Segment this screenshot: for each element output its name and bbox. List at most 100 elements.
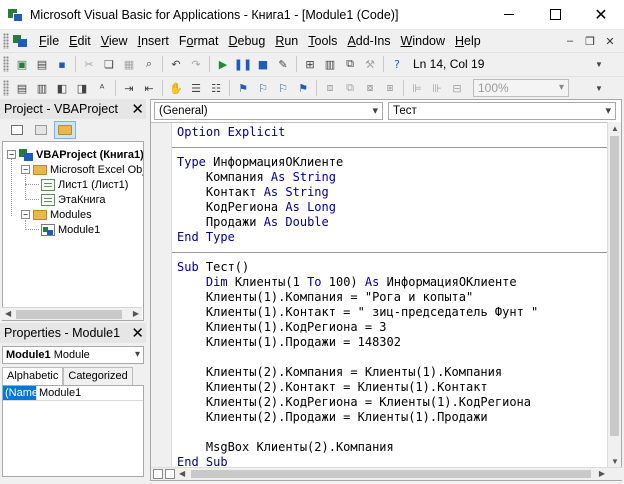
scroll-down-icon[interactable]: ▼ <box>611 457 619 466</box>
tree-horizontal-scrollbar[interactable]: ◀ ▶ <box>2 307 142 320</box>
scroll-right-icon[interactable]: ▶ <box>599 469 605 478</box>
menu-run[interactable]: Run <box>270 30 303 52</box>
close-button[interactable]: ✕ <box>578 0 624 30</box>
code-line[interactable]: Контакт As String <box>177 185 329 200</box>
tab-alphabetic[interactable]: Alphabetic <box>2 367 64 385</box>
margin-indicator-bar[interactable] <box>151 123 172 468</box>
mdi-close-icon[interactable]: ✕ <box>604 35 616 48</box>
properties-object-select[interactable]: Module1 Module <box>2 346 144 364</box>
code-line[interactable]: Option Explicit <box>177 125 285 140</box>
code-line[interactable]: Type ИнформацияОКлиенте <box>177 155 343 170</box>
break-icon[interactable]: ❚❚ <box>233 54 253 74</box>
list-properties-icon[interactable]: ▤ <box>12 78 32 98</box>
menu-help[interactable]: Help <box>450 30 486 52</box>
scroll-thumb[interactable] <box>191 470 591 478</box>
close-properties-pane-icon[interactable]: ✕ <box>131 324 144 342</box>
userform-group-icon[interactable]: ⧉ <box>340 78 360 98</box>
code-horizontal-scrollbar[interactable]: ◀ ▶ <box>151 467 623 480</box>
indent-icon[interactable]: ⇥ <box>119 78 139 98</box>
undo-icon[interactable]: ↶ <box>166 54 186 74</box>
property-row[interactable]: (Name) Module1 <box>3 386 143 401</box>
toolbox-icon[interactable]: ⚒ <box>360 54 380 74</box>
excel-view-icon[interactable] <box>12 33 30 49</box>
insert-module-icon[interactable]: ▤ <box>32 54 52 74</box>
code-line[interactable]: Dim Клиенты(1 To 100) As ИнформацияОКлие… <box>177 275 517 290</box>
cut-icon[interactable]: ✂ <box>79 54 99 74</box>
minimize-button[interactable] <box>486 0 532 30</box>
tree-item-workbook[interactable]: ЭтаКнига <box>41 192 105 207</box>
zoom-select[interactable]: 100% <box>473 79 569 97</box>
menu-file[interactable]: File <box>34 30 64 52</box>
clear-bookmarks-icon[interactable]: ⚑ <box>293 78 313 98</box>
code-line[interactable]: Sub Тест() <box>177 260 249 275</box>
make-same-size-icon[interactable]: ⊟ <box>447 78 467 98</box>
maximize-button[interactable] <box>532 0 578 30</box>
menu-format[interactable]: Format <box>174 30 224 52</box>
project-explorer-icon[interactable]: ⊞ <box>300 54 320 74</box>
toolbar-overflow-icon[interactable]: ▼ <box>592 53 606 75</box>
full-module-view-icon[interactable] <box>165 469 175 479</box>
menu-view[interactable]: View <box>96 30 133 52</box>
uncomment-block-icon[interactable]: ☷ <box>206 78 226 98</box>
comment-block-icon[interactable]: ☰ <box>186 78 206 98</box>
center-icon[interactable]: ⊪ <box>427 78 447 98</box>
tree-item-excel-objects[interactable]: − Microsoft Excel Obje <box>21 162 143 177</box>
procedure-combo[interactable]: Тест <box>388 102 616 120</box>
menu-tools[interactable]: Tools <box>303 30 342 52</box>
next-bookmark-icon[interactable]: ⚐ <box>253 78 273 98</box>
code-line[interactable]: Продажи As Double <box>177 215 329 230</box>
tree-item-modules[interactable]: − Modules <box>21 207 92 222</box>
code-line[interactable]: Компания As String <box>177 170 336 185</box>
toolbar-overflow-icon[interactable]: ▼ <box>592 77 606 99</box>
scroll-thumb[interactable] <box>610 136 619 436</box>
tree-item-module1[interactable]: Module1 <box>41 222 100 237</box>
reset-icon[interactable]: ■ <box>253 54 273 74</box>
collapse-icon[interactable]: − <box>21 210 30 219</box>
menu-debug[interactable]: Debug <box>223 30 270 52</box>
code-line[interactable]: КодРегиона As Long <box>177 200 336 215</box>
toggle-bookmark-icon[interactable]: ⚑ <box>233 78 253 98</box>
collapse-icon[interactable]: − <box>7 150 16 159</box>
align-icon[interactable]: ⊫ <box>407 78 427 98</box>
toggle-folders-icon[interactable] <box>54 121 76 139</box>
toolbar-grip[interactable] <box>3 80 9 96</box>
toolbar-grip[interactable] <box>3 33 9 49</box>
parameter-info-icon[interactable]: ◨ <box>72 78 92 98</box>
design-mode-icon[interactable]: ✎ <box>273 54 293 74</box>
copy-icon[interactable]: ❏ <box>99 54 119 74</box>
paste-icon[interactable]: ▦ <box>119 54 139 74</box>
outdent-icon[interactable]: ⇤ <box>139 78 159 98</box>
code-line[interactable]: Клиенты(2).Контакт = Клиенты(1).Контакт <box>177 380 488 395</box>
previous-bookmark-icon[interactable]: ⚐ <box>273 78 293 98</box>
toolbar-grip[interactable] <box>3 56 9 72</box>
procedure-view-icon[interactable] <box>153 469 163 479</box>
scroll-right-icon[interactable]: ▶ <box>133 309 139 318</box>
userform-align-icon[interactable]: ⧈ <box>320 78 340 98</box>
view-excel-icon[interactable]: ▣ <box>12 54 32 74</box>
find-icon[interactable]: ⌕ <box>139 54 159 74</box>
scroll-left-icon[interactable]: ◀ <box>5 309 11 318</box>
menu-window[interactable]: Window <box>396 30 450 52</box>
save-icon[interactable]: ▪ <box>52 54 72 74</box>
toggle-breakpoint-icon[interactable]: ✋ <box>166 78 186 98</box>
code-line[interactable]: Клиенты(1).Продажи = 148302 <box>177 335 401 350</box>
menu-insert[interactable]: Insert <box>133 30 174 52</box>
object-browser-icon[interactable]: ⧉ <box>340 54 360 74</box>
code-line[interactable]: Клиенты(2).Продажи = Клиенты(1).Продажи <box>177 410 488 425</box>
code-line[interactable]: Клиенты(1).Контакт = " зиц-председатель … <box>177 305 538 320</box>
quick-info-icon[interactable]: ◧ <box>52 78 72 98</box>
code-line[interactable]: Клиенты(2).Компания = Клиенты(1).Компани… <box>177 365 502 380</box>
code-vertical-scrollbar[interactable]: ▲ ▼ <box>607 122 621 468</box>
close-project-pane-icon[interactable]: ✕ <box>131 100 144 118</box>
code-line[interactable]: Клиенты(1).Компания = "Рога и копыта" <box>177 290 473 305</box>
mdi-minimize-icon[interactable]: – <box>564 35 576 47</box>
view-object-icon[interactable] <box>30 121 52 139</box>
redo-icon[interactable]: ↷ <box>186 54 206 74</box>
userform-ungroup-icon[interactable]: ⧇ <box>360 78 380 98</box>
menu-add-ins[interactable]: Add-Ins <box>342 30 395 52</box>
code-line[interactable]: Клиенты(2).КодРегиона = Клиенты(1).КодРе… <box>177 395 531 410</box>
userform-order-icon[interactable]: ⧆ <box>380 78 400 98</box>
code-line[interactable]: Клиенты(1).КодРегиона = 3 <box>177 320 387 335</box>
code-editor[interactable]: Option Explicit Type ИнформацияОКлиенте К… <box>151 122 609 468</box>
tree-item-vbaproject[interactable]: − VBAProject (Книга1) <box>7 147 143 162</box>
